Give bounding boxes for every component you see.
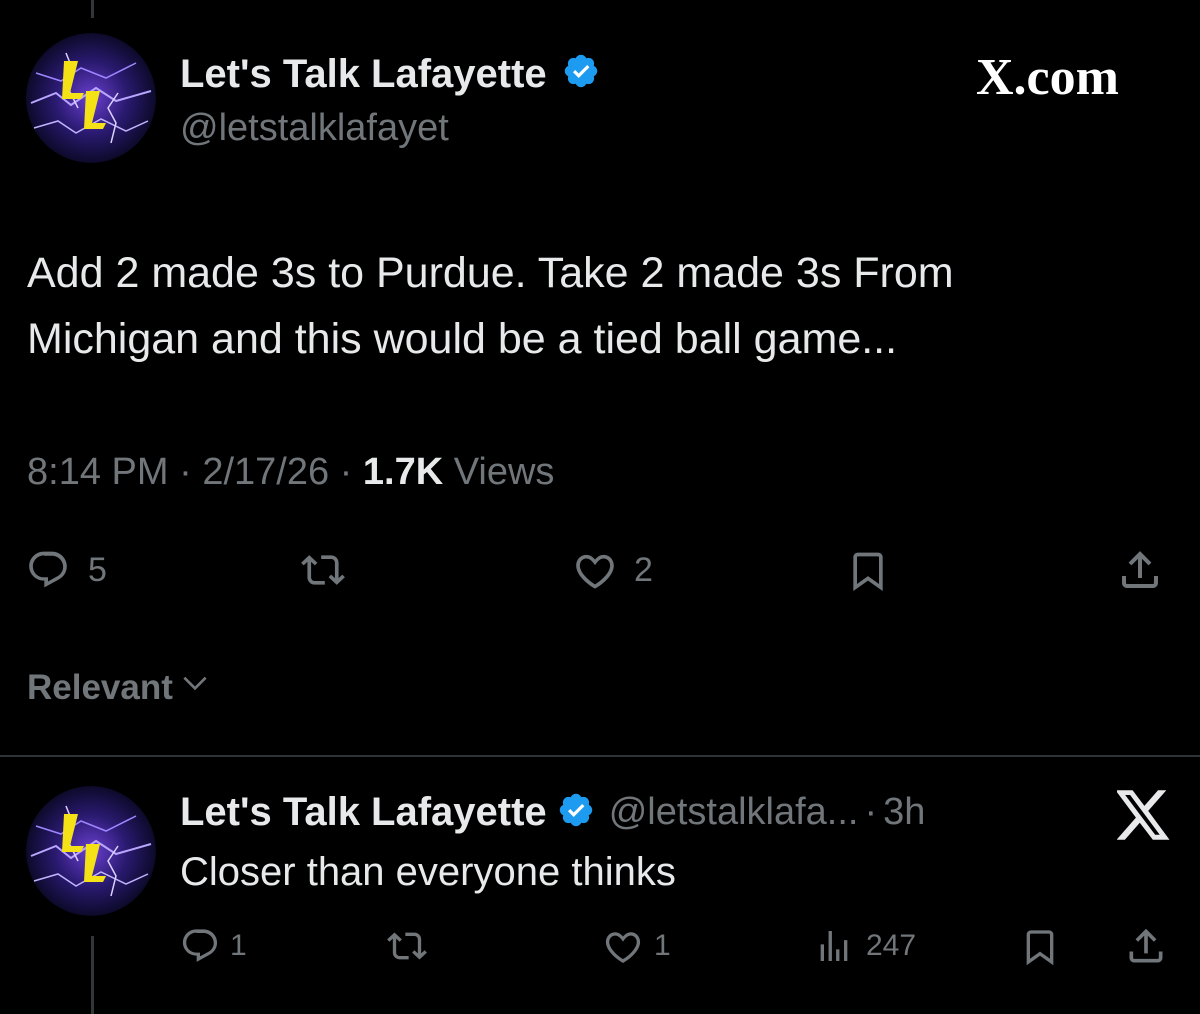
- reply-display-name[interactable]: Let's Talk Lafayette: [180, 790, 547, 835]
- sort-label: Relevant: [27, 667, 173, 707]
- post-text-line-1: Add 2 made 3s to Purdue. Take 2 made 3s …: [27, 249, 954, 297]
- share-button[interactable]: [1116, 546, 1164, 594]
- post-text-line-2: Michigan and this would be a tied ball g…: [27, 315, 898, 363]
- x-logo-icon[interactable]: [1115, 790, 1171, 845]
- like-icon: [572, 548, 618, 592]
- bookmark-icon: [846, 548, 890, 594]
- reply-reply-button[interactable]: 1: [180, 926, 247, 966]
- display-name-text: Let's Talk Lafayette: [180, 52, 547, 96]
- divider: [0, 755, 1200, 757]
- retweet-icon: [384, 926, 430, 966]
- views-label: Views: [453, 451, 555, 493]
- bookmark-icon: [1020, 926, 1060, 968]
- like-button[interactable]: 2: [572, 548, 653, 592]
- retweet-button[interactable]: [298, 548, 348, 592]
- post-text: Add 2 made 3s to Purdue. Take 2 made 3s …: [27, 240, 1177, 372]
- reply-count: 5: [88, 550, 107, 589]
- post-time[interactable]: 8:14 PM: [27, 451, 169, 493]
- handle[interactable]: @letstalklafayet: [180, 107, 449, 150]
- avatar[interactable]: [26, 33, 156, 163]
- meta-separator: ·: [339, 451, 353, 493]
- reply-views-button[interactable]: 247: [814, 926, 916, 966]
- reply-retweet-button[interactable]: [384, 926, 430, 966]
- verified-badge-icon: [562, 52, 600, 100]
- reply-like-count: 1: [654, 929, 671, 962]
- bookmark-button[interactable]: [846, 548, 890, 594]
- chevron-down-icon: [179, 667, 211, 708]
- post-meta: 8:14 PM · 2/17/26 · 1.7K Views: [27, 451, 554, 494]
- thread-line-bottom: [91, 936, 94, 1014]
- like-count: 2: [634, 550, 653, 589]
- reply-share-button[interactable]: [1124, 924, 1168, 968]
- sort-dropdown[interactable]: Relevant: [27, 667, 211, 708]
- reply-views-count: 247: [866, 929, 917, 962]
- x-com-logo: X.com: [976, 49, 1119, 106]
- reply-reply-count: 1: [230, 929, 247, 962]
- share-icon: [1124, 924, 1168, 968]
- verified-badge-icon: [557, 791, 595, 834]
- reply-header: Let's Talk Lafayette @letstalklafa... · …: [180, 790, 925, 835]
- reply-icon: [180, 926, 220, 966]
- thread-line-top: [91, 0, 94, 18]
- display-name[interactable]: Let's Talk Lafayette: [180, 52, 600, 100]
- reply-icon: [26, 548, 70, 592]
- views-count: 1.7K: [362, 451, 444, 493]
- retweet-icon: [298, 548, 348, 592]
- share-icon: [1116, 546, 1164, 594]
- reply-age[interactable]: 3h: [883, 791, 925, 834]
- post-date[interactable]: 2/17/26: [202, 451, 329, 493]
- views-icon: [814, 926, 854, 966]
- reply-bookmark-button[interactable]: [1020, 926, 1060, 968]
- reply-avatar[interactable]: [26, 786, 156, 916]
- reply-like-button[interactable]: 1: [602, 926, 671, 966]
- reply-handle[interactable]: @letstalklafa...: [609, 791, 859, 834]
- like-icon: [602, 926, 644, 966]
- reply-text: Closer than everyone thinks: [180, 850, 676, 894]
- reply-button[interactable]: 5: [26, 548, 107, 592]
- reply-separator: ·: [864, 791, 878, 833]
- meta-separator: ·: [179, 451, 192, 493]
